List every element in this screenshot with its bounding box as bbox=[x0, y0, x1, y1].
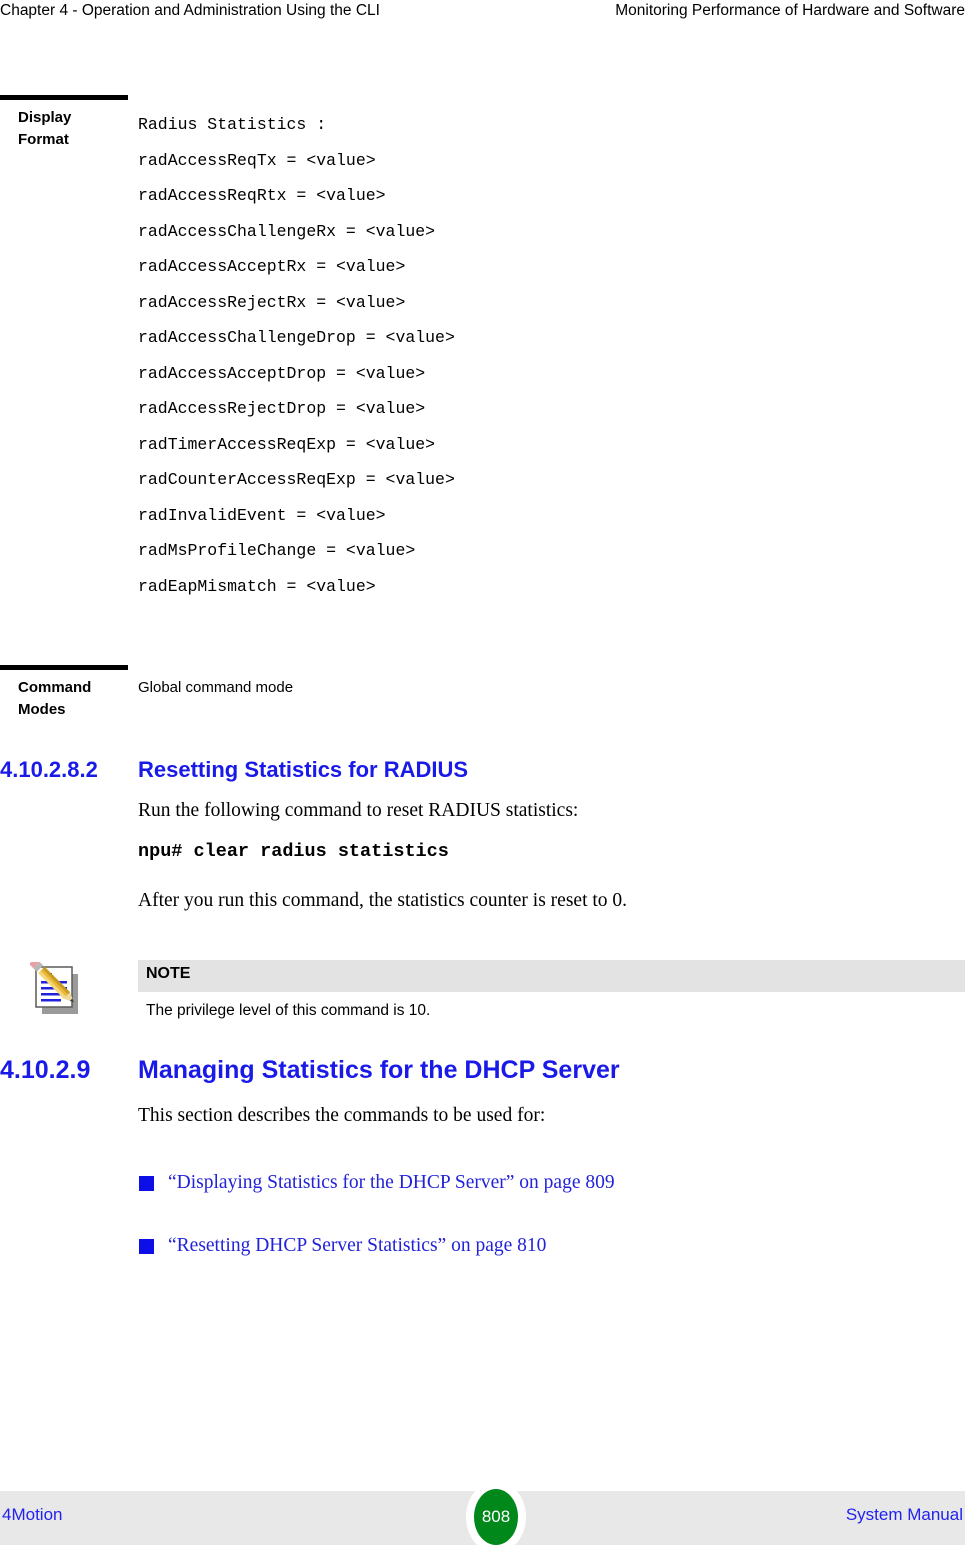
section-title: Resetting Statistics for RADIUS bbox=[138, 757, 469, 782]
spec-value-display-format: Radius Statistics : radAccessReqTx = <va… bbox=[138, 107, 948, 604]
footer-document-name: System Manual bbox=[845, 1505, 963, 1524]
command-modes-value: Global command mode bbox=[138, 679, 294, 696]
display-format-line: radAccessRejectDrop = <value> bbox=[138, 399, 426, 418]
command-clear-radius-statistics: npu# clear radius statistics bbox=[138, 841, 449, 862]
header-chapter-title: Chapter 4 - Operation and Administration… bbox=[0, 2, 380, 19]
section-number: 4.10.2.8.2 bbox=[0, 757, 98, 782]
spec-value-command-modes: Global command mode bbox=[138, 677, 948, 699]
xref-link-resetting-dhcp-server-statistics[interactable]: “Resetting DHCP Server Statistics” on pa… bbox=[168, 1232, 546, 1260]
spec-label-line-2: Format bbox=[18, 131, 69, 148]
display-format-line: radAccessChallengeRx = <value> bbox=[138, 221, 436, 241]
note-body-text: The privilege level of this command is 1… bbox=[146, 1002, 431, 1019]
note-label: NOTE bbox=[146, 965, 191, 982]
spec-label-command-modes: Command Modes bbox=[18, 677, 128, 721]
spec-label-line-1: Display bbox=[18, 109, 72, 126]
section-title: Managing Statistics for the DHCP Server bbox=[138, 1056, 620, 1084]
square-bullet-icon bbox=[139, 1239, 154, 1254]
display-format-line: radAccessRejectRx = <value> bbox=[138, 292, 406, 312]
square-bullet-icon bbox=[139, 1176, 154, 1191]
paragraph-reset-intro: Run the following command to reset RADIU… bbox=[138, 800, 579, 821]
spec-label-display-format: Display Format bbox=[18, 107, 128, 151]
footer-product-name: 4Motion bbox=[2, 1505, 63, 1524]
page-running-header: Chapter 4 - Operation and Administration… bbox=[0, 0, 965, 26]
spec-label-line-2: Modes bbox=[18, 701, 66, 718]
paragraph-reset-after: After you run this command, the statisti… bbox=[138, 890, 628, 911]
display-format-line: radAccessAcceptDrop = <value> bbox=[138, 363, 426, 383]
display-format-line: radTimerAccessReqExp = <value> bbox=[138, 434, 436, 454]
page-footer: 4Motion 808 System Manual bbox=[0, 1481, 965, 1553]
display-format-line: radAccessAcceptRx = <value> bbox=[138, 257, 406, 276]
note-header-bar: NOTE bbox=[138, 960, 965, 992]
display-format-line: Radius Statistics : bbox=[138, 115, 327, 134]
list-item[interactable]: “Resetting DHCP Server Statistics” on pa… bbox=[0, 1232, 965, 1262]
display-format-line: radAccessReqRtx = <value> bbox=[138, 186, 386, 205]
header-section-title: Monitoring Performance of Hardware and S… bbox=[615, 2, 965, 19]
spec-label-line-1: Command bbox=[18, 679, 92, 696]
footer-page-number: 808 bbox=[474, 1489, 518, 1545]
display-format-line: radMsProfileChange = <value> bbox=[138, 541, 416, 560]
spec-row-rule bbox=[0, 95, 128, 100]
list-item[interactable]: “Displaying Statistics for the DHCP Serv… bbox=[0, 1169, 965, 1199]
xref-link-displaying-statistics-dhcp[interactable]: “Displaying Statistics for the DHCP Serv… bbox=[168, 1169, 615, 1197]
spec-row-rule bbox=[0, 665, 128, 670]
section-number: 4.10.2.9 bbox=[0, 1056, 91, 1084]
display-format-line: radInvalidEvent = <value> bbox=[138, 505, 386, 525]
display-format-line: radAccessChallengeDrop = <value> bbox=[138, 328, 455, 347]
display-format-line: radAccessReqTx = <value> bbox=[138, 150, 376, 170]
display-format-line: radCounterAccessReqExp = <value> bbox=[138, 470, 455, 489]
note-pencil-icon bbox=[29, 957, 88, 1020]
paragraph-dhcp-intro: This section describes the commands to b… bbox=[138, 1105, 546, 1126]
display-format-line: radEapMismatch = <value> bbox=[138, 576, 376, 596]
